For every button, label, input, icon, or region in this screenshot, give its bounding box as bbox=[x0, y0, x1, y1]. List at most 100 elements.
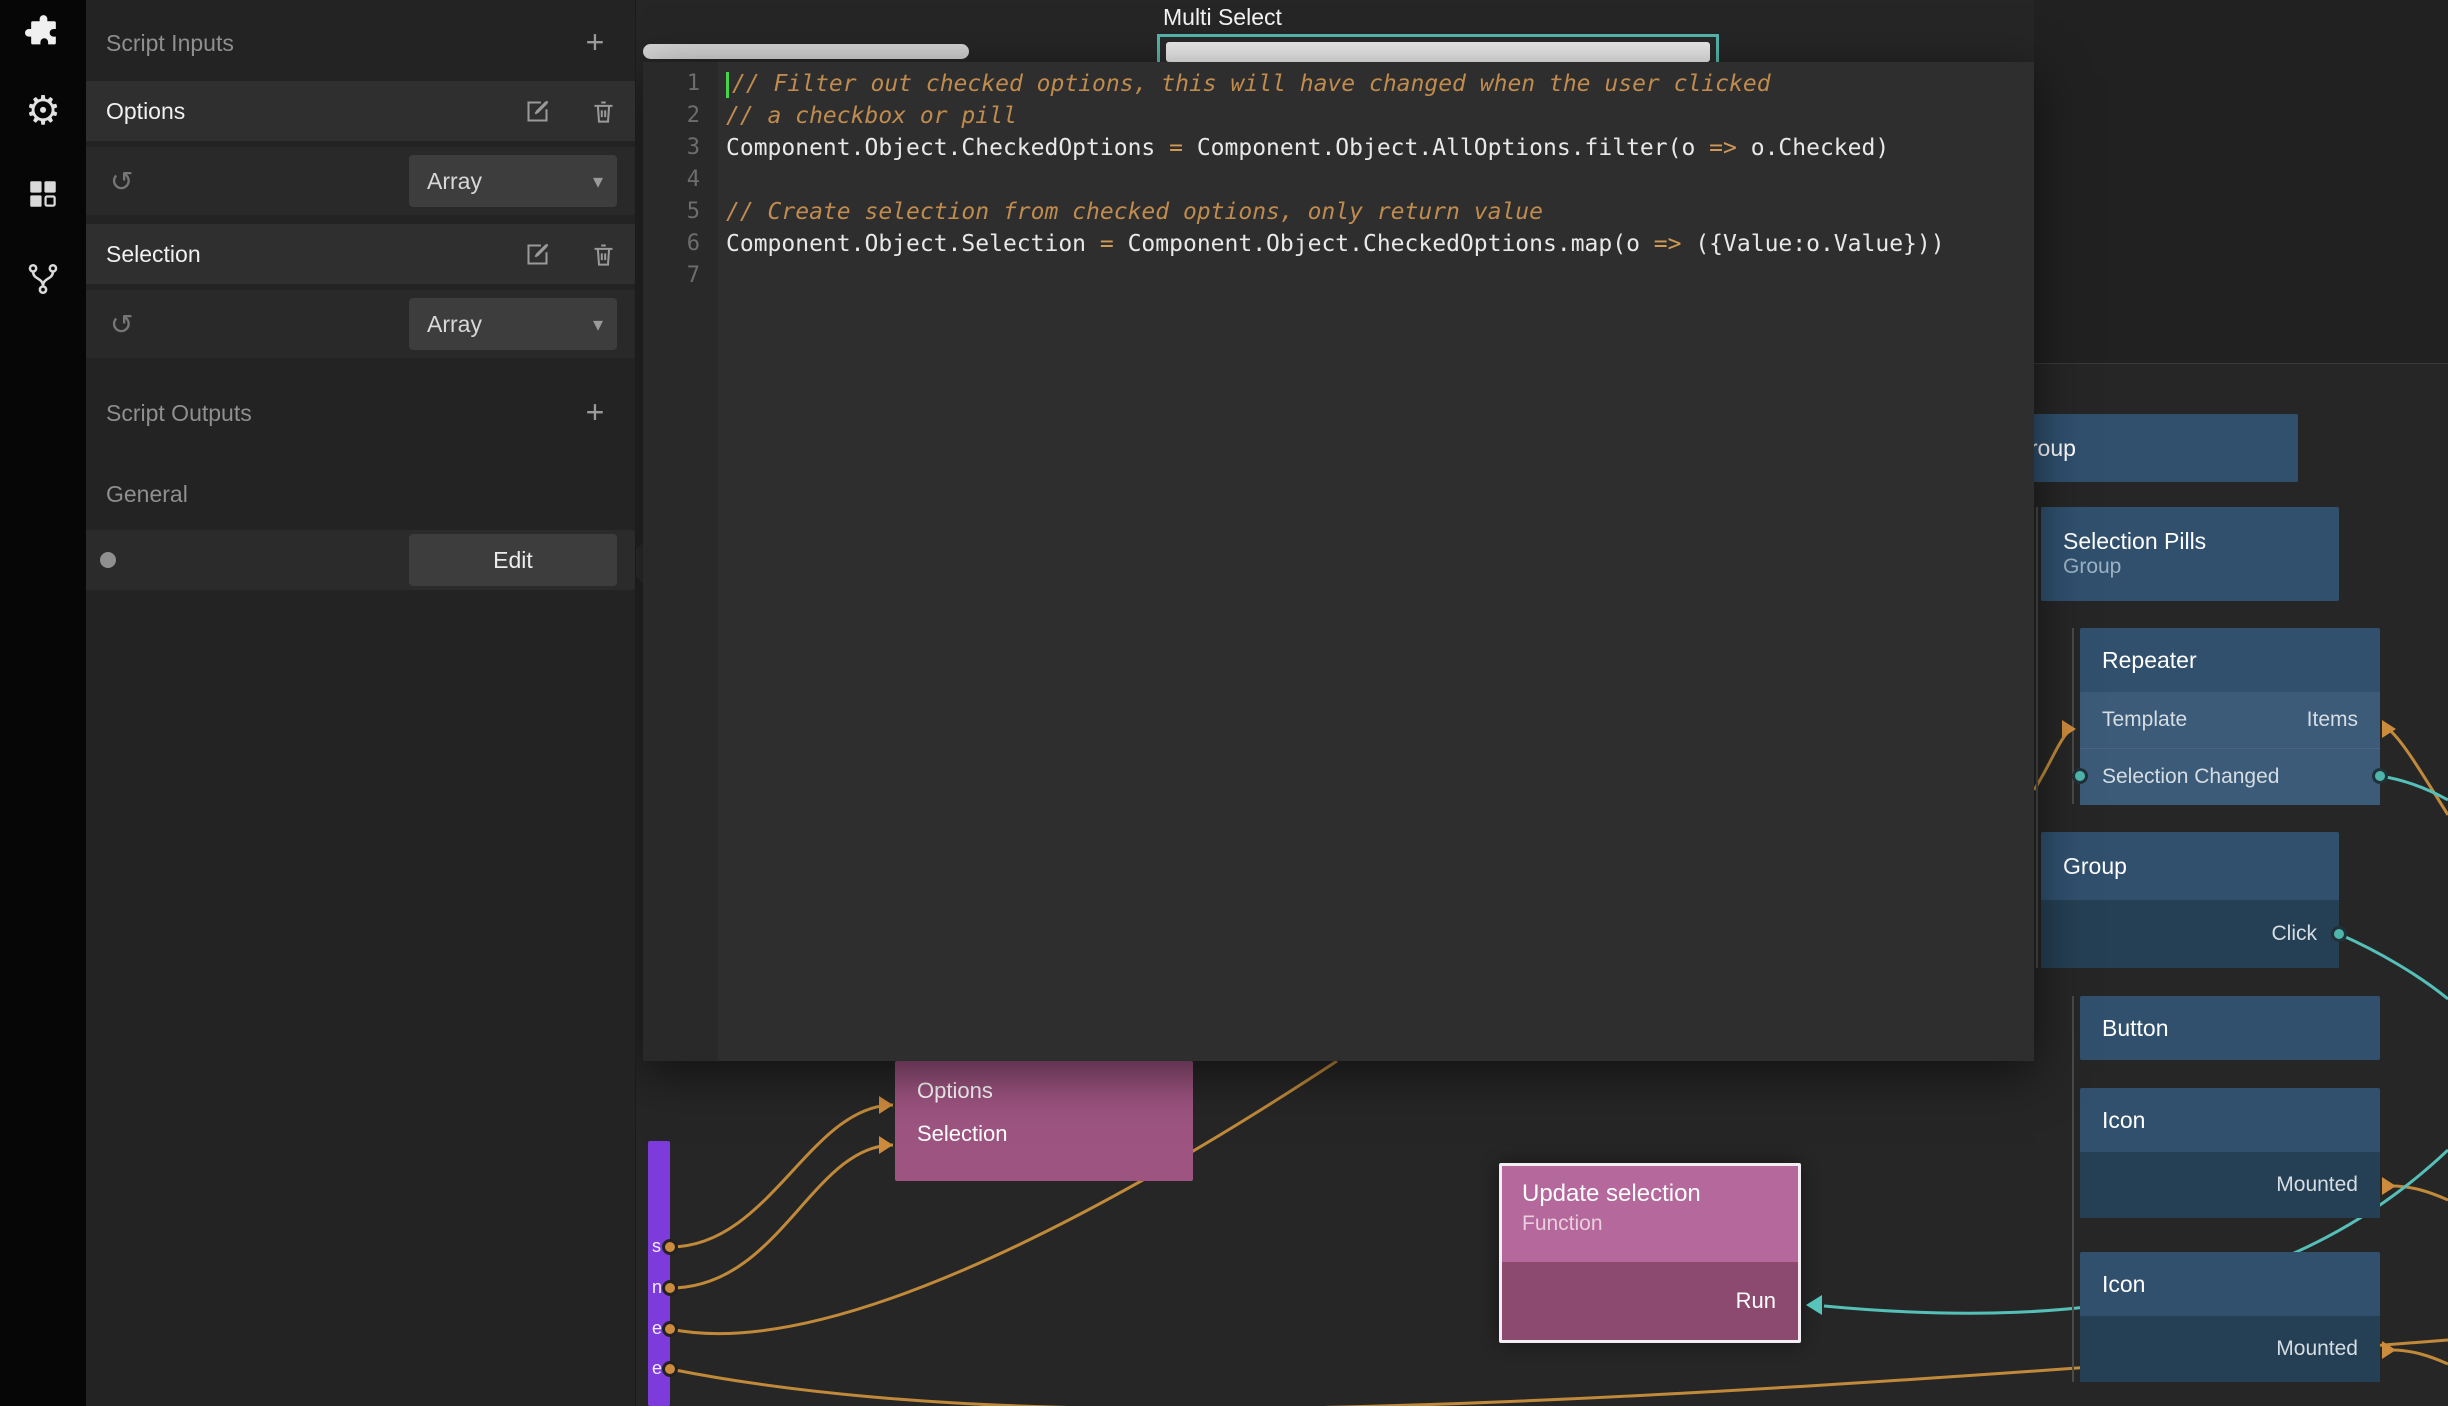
logic-icon[interactable] bbox=[0, 249, 86, 309]
edit-icon[interactable] bbox=[522, 239, 552, 269]
line-number: 6 bbox=[643, 228, 718, 260]
node-icon-1[interactable]: Icon Mounted bbox=[2080, 1088, 2380, 1218]
port-mounted[interactable]: Mounted bbox=[2276, 1173, 2358, 1197]
node-title: Icon bbox=[2080, 1088, 2380, 1152]
text-cursor bbox=[726, 72, 729, 98]
line-number: 1 bbox=[643, 68, 718, 100]
node-selection-pills[interactable]: Selection Pills Group bbox=[2041, 507, 2339, 601]
port-dot[interactable] bbox=[662, 1321, 678, 1337]
node-subtitle: Group bbox=[2041, 555, 2339, 579]
wire-arrow-icon bbox=[879, 1096, 893, 1114]
line-number: 3 bbox=[643, 132, 718, 164]
wire-options-1 bbox=[670, 1105, 893, 1247]
wire-arrow-icon bbox=[879, 1136, 893, 1154]
type-dropdown-selection[interactable]: Array ▾ bbox=[409, 298, 617, 350]
code-line: // Create selection from checked options… bbox=[726, 196, 2034, 228]
reset-icon[interactable]: ↺ bbox=[110, 308, 133, 341]
node-options-selection[interactable]: Options Selection bbox=[895, 1061, 1193, 1181]
node-update-selection[interactable]: Update selection Function Run bbox=[1499, 1163, 1801, 1343]
tree-indent-line bbox=[2036, 507, 2038, 968]
dropdown-value: Array bbox=[427, 168, 482, 195]
node-repeater[interactable]: Repeater Template Items Selection Change… bbox=[2080, 628, 2380, 804]
port-dot[interactable] bbox=[662, 1361, 678, 1377]
add-output-button[interactable]: + bbox=[575, 394, 615, 431]
chevron-down-icon: ▾ bbox=[593, 169, 603, 193]
wire-click bbox=[2339, 934, 2448, 999]
general-header: General bbox=[86, 463, 635, 525]
node-title: Icon bbox=[2080, 1252, 2380, 1316]
node-group[interactable]: Group Click bbox=[2041, 832, 2339, 968]
node-button[interactable]: Button bbox=[2080, 996, 2380, 1060]
line-number-gutter: 1 2 3 4 5 6 7 bbox=[643, 62, 718, 1061]
gear-icon[interactable]: ⚙ bbox=[0, 81, 86, 141]
section-title: Script Inputs bbox=[106, 30, 234, 57]
type-dropdown-options[interactable]: Array ▾ bbox=[409, 155, 617, 207]
wire-items bbox=[2388, 729, 2448, 815]
port-selection-changed[interactable]: Selection Changed bbox=[2102, 765, 2279, 789]
code-line: // a checkbox or pill bbox=[726, 100, 2034, 132]
code-line bbox=[726, 260, 2034, 292]
node-icon-2[interactable]: Icon Mounted bbox=[2080, 1252, 2380, 1382]
run-arrow-icon bbox=[1806, 1295, 1822, 1315]
reset-icon[interactable]: ↺ bbox=[110, 165, 133, 198]
chevron-down-icon: ▾ bbox=[593, 312, 603, 336]
script-code-editor[interactable]: 1 2 3 4 5 6 7 // Filter out checked opti… bbox=[643, 62, 2034, 1061]
component-title: Multi Select bbox=[1163, 4, 1282, 31]
trash-icon[interactable] bbox=[588, 96, 618, 126]
node-title: Button bbox=[2080, 996, 2380, 1060]
clipped-port-label: s bbox=[652, 1236, 661, 1257]
code-line: // Filter out checked options, this will… bbox=[726, 68, 2034, 100]
horizontal-scrollbar[interactable] bbox=[643, 44, 969, 59]
wire-mounted-1 bbox=[2392, 1186, 2448, 1200]
node-title: Group bbox=[1990, 414, 2298, 482]
inspector-panel: Script Inputs + Options ↺ Type Array ▾ S… bbox=[86, 0, 636, 1406]
dropdown-value: Array bbox=[427, 311, 482, 338]
line-number: 2 bbox=[643, 100, 718, 132]
add-input-button[interactable]: + bbox=[575, 24, 615, 61]
node-subtitle: Function bbox=[1522, 1212, 1778, 1236]
selection-changed-dot[interactable] bbox=[2072, 768, 2088, 784]
edit-script-button[interactable]: Edit bbox=[409, 534, 617, 586]
line-number: 5 bbox=[643, 196, 718, 228]
port-template[interactable]: Template bbox=[2102, 708, 2187, 732]
mounted-arrow-icon bbox=[2382, 1177, 2396, 1195]
port-options[interactable]: Options bbox=[895, 1061, 1193, 1121]
code-line bbox=[726, 164, 2034, 196]
port-mounted[interactable]: Mounted bbox=[2276, 1337, 2358, 1361]
puzzle-icon[interactable] bbox=[0, 0, 86, 60]
port-selection[interactable]: Selection bbox=[895, 1121, 1193, 1177]
script-outputs-header: Script Outputs bbox=[86, 382, 635, 444]
input-name: Options bbox=[106, 98, 185, 125]
clipped-port-label: e bbox=[652, 1358, 662, 1379]
tree-indent-line bbox=[2072, 996, 2074, 1382]
node-title: Repeater bbox=[2080, 628, 2380, 692]
input-row-options[interactable]: Options bbox=[86, 81, 635, 141]
wire-mounted-2 bbox=[2392, 1350, 2448, 1364]
select-field[interactable] bbox=[1166, 42, 1710, 62]
node-group-top[interactable]: Group bbox=[1990, 414, 2298, 482]
items-arrow-icon bbox=[2382, 720, 2396, 738]
port-run[interactable]: Run bbox=[1736, 1288, 1776, 1314]
components-icon[interactable] bbox=[0, 164, 86, 224]
clipped-port-label: n bbox=[652, 1277, 662, 1298]
port-dot[interactable] bbox=[662, 1280, 678, 1296]
line-number: 4 bbox=[643, 164, 718, 196]
wire-options-2 bbox=[670, 1145, 893, 1288]
node-title: Update selection bbox=[1522, 1180, 1778, 1208]
edit-icon[interactable] bbox=[522, 96, 552, 126]
selection-changed-dot[interactable] bbox=[2372, 768, 2388, 784]
mounted-arrow-icon bbox=[2382, 1341, 2396, 1359]
port-items[interactable]: Items bbox=[2307, 708, 2358, 732]
template-arrow-icon bbox=[2062, 720, 2076, 738]
trash-icon[interactable] bbox=[588, 239, 618, 269]
click-dot[interactable] bbox=[2331, 926, 2347, 942]
code-lines[interactable]: // Filter out checked options, this will… bbox=[718, 62, 2034, 1061]
clipped-port-label: e bbox=[652, 1318, 662, 1339]
script-status-dot bbox=[100, 552, 116, 568]
input-row-selection[interactable]: Selection bbox=[86, 224, 635, 284]
code-line: Component.Object.Selection = Component.O… bbox=[726, 228, 2034, 260]
port-dot[interactable] bbox=[662, 1239, 678, 1255]
port-click[interactable]: Click bbox=[2272, 922, 2318, 946]
section-title: General bbox=[106, 481, 188, 508]
section-title: Script Outputs bbox=[106, 400, 252, 427]
